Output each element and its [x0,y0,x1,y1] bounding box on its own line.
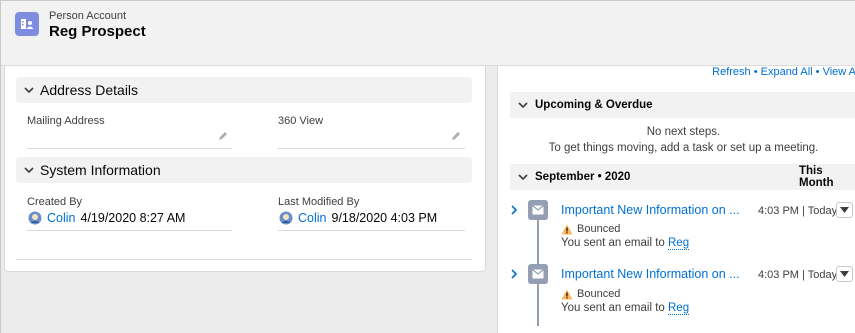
field-divider [278,230,465,231]
caret-down-icon [840,207,849,213]
bounced-label: Bounced [577,223,621,235]
edit-mailing-address-icon[interactable] [217,130,229,142]
details-panel: Address Details Mailing Address 360 View… [4,66,486,272]
created-by-user-link[interactable]: Colin [47,211,76,225]
expand-activity-icon[interactable] [509,204,519,216]
section-divider [16,259,472,260]
no-next-steps-text: No next steps. [646,126,721,138]
user-avatar-icon [28,211,42,225]
bounced-label: Bounced [577,288,621,300]
recipient-link[interactable]: Reg [668,237,690,250]
activity-actions-dropdown[interactable] [836,266,853,282]
activity-time: 4:03 PM | Today [758,205,838,217]
last-modified-by-date: 9/18/2020 4:03 PM [331,211,438,225]
object-type-label: Person Account [49,10,127,22]
last-modified-by-value: Colin 9/18/2020 4:03 PM [279,211,437,225]
user-avatar-icon [279,211,293,225]
activity-top-links[interactable]: Refresh • Expand All • View A [712,66,855,78]
last-modified-by-user-link[interactable]: Colin [298,211,327,225]
sent-email-text: You sent an email to Reg [561,302,690,315]
activity-actions-dropdown[interactable] [836,202,853,218]
activity-time: 4:03 PM | Today [758,269,838,281]
email-icon [528,264,548,284]
last-modified-by-label: Last Modified By [278,196,360,208]
expand-activity-icon[interactable] [509,268,519,280]
address-details-section-toggle[interactable]: Address Details [16,77,472,103]
view-360-label: 360 View [278,115,324,127]
email-icon [528,200,548,220]
upcoming-overdue-toggle[interactable]: Upcoming & Overdue [510,92,855,118]
chevron-down-icon [518,174,528,181]
activity-panel: Refresh • Expand All • View A Upcoming &… [497,66,855,333]
timeline-connector [537,284,539,326]
activity-email-title-link[interactable]: Important New Information on ... [561,267,740,281]
chevron-down-icon [24,87,34,94]
activity-email-title-link[interactable]: Important New Information on ... [561,203,740,217]
person-account-icon [15,12,39,36]
created-by-label: Created By [27,196,83,208]
bounced-status: Bounced [561,288,620,300]
edit-360-view-icon[interactable] [450,130,462,142]
chevron-down-icon [518,102,528,109]
system-information-title: System Information [40,162,161,178]
bounced-status: Bounced [561,223,620,235]
september-2020-toggle[interactable]: September • 2020 This Month [510,164,855,190]
sent-email-text: You sent an email to Reg [561,237,690,250]
system-information-section-toggle[interactable]: System Information [16,157,472,183]
record-header: Person Account Reg Prospect [1,1,855,66]
record-title: Reg Prospect [49,23,146,40]
mailing-address-label: Mailing Address [27,115,105,127]
created-by-date: 4/19/2020 8:27 AM [80,211,186,225]
field-divider [27,148,232,149]
no-next-steps-hint: To get things moving, add a task or set … [548,142,819,154]
recipient-link[interactable]: Reg [668,302,690,315]
field-divider [278,148,465,149]
caret-down-icon [840,271,849,277]
warning-icon [561,289,573,299]
sent-prefix: You sent an email to [561,237,665,249]
upcoming-overdue-title: Upcoming & Overdue [535,99,653,111]
month-title: September • 2020 [535,171,631,183]
created-by-value: Colin 4/19/2020 8:27 AM [28,211,185,225]
warning-icon [561,224,573,234]
sent-prefix: You sent an email to [561,302,665,314]
chevron-down-icon [24,167,34,174]
address-details-title: Address Details [40,82,139,98]
timeline-connector [537,219,539,265]
this-month-label: This Month [799,165,834,189]
field-divider [27,230,232,231]
